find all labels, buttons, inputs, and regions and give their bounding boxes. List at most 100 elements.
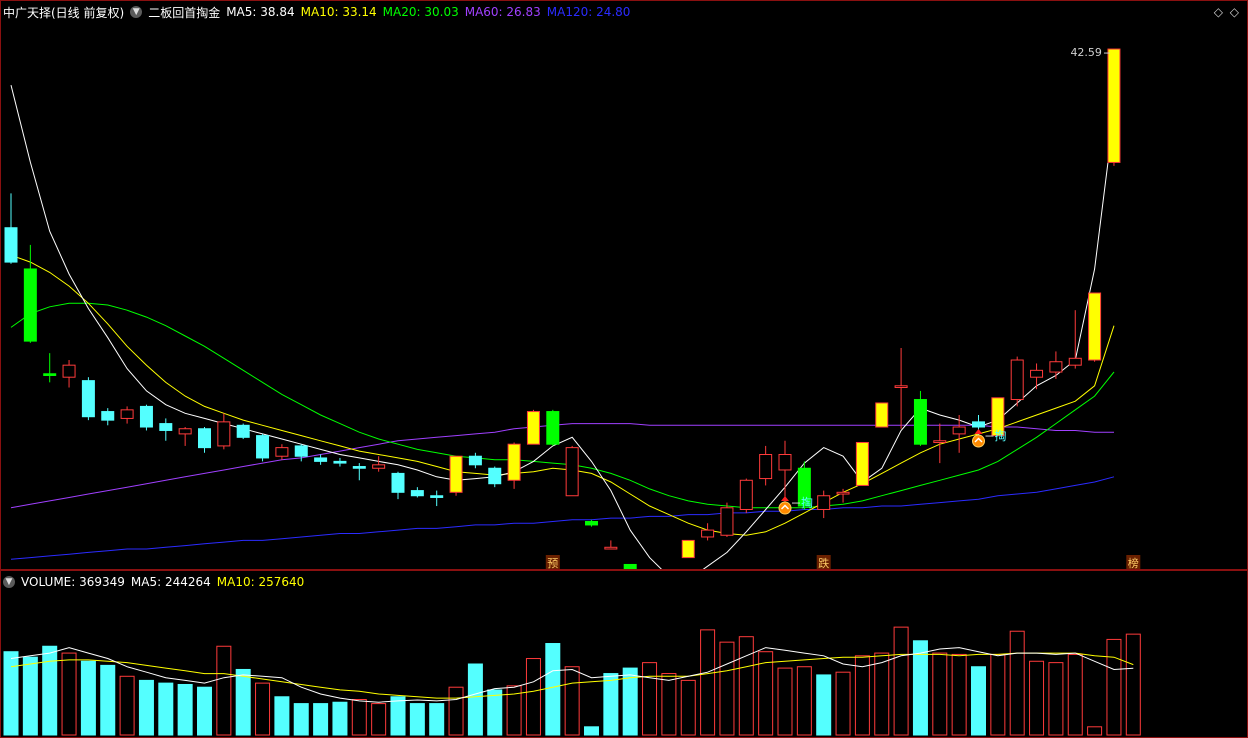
ma5-line [10, 84, 1115, 569]
volume-bar [448, 686, 464, 736]
candle-body [894, 385, 908, 389]
price-chart-pane[interactable]: 中广天择(日线 前复权) ▼ 二板回首掏金 MA5: 38.84 MA10: 3… [0, 0, 1248, 570]
volume-bar [951, 653, 967, 736]
candle-body [720, 507, 734, 536]
volume-bar [1009, 630, 1025, 736]
candle-body [198, 428, 211, 449]
volume-bar [313, 703, 329, 736]
volume-bar [700, 629, 716, 736]
candle-body [546, 411, 560, 445]
volume-bar [854, 655, 870, 736]
candle-body [623, 563, 637, 569]
candle-body [739, 479, 753, 510]
candle-body [352, 466, 366, 469]
candle-body [507, 443, 521, 481]
volume-bar [1067, 653, 1083, 736]
volume-bar [680, 679, 696, 736]
volume-bar [293, 703, 309, 736]
volume-bar [42, 645, 58, 736]
volume-bar [603, 673, 619, 736]
max-price-label: 42.59 [1070, 46, 1102, 59]
volume-bar [22, 656, 38, 736]
ma20-line [10, 302, 1115, 509]
volume-bar [1106, 638, 1122, 736]
signal-badge-icon [778, 501, 792, 515]
candle-body [1107, 48, 1121, 163]
volume-bar [796, 666, 812, 736]
ma120-line [10, 476, 1115, 560]
volume-bar [119, 675, 135, 736]
candle-body [159, 423, 173, 431]
volume-bar [390, 696, 406, 736]
candle-body [468, 455, 482, 466]
volume-bar [661, 673, 677, 736]
volume-bar [197, 686, 212, 736]
signal-badge-icon [972, 434, 985, 448]
candle-body [565, 447, 579, 497]
signal-label: 掏 [801, 495, 813, 510]
candle-body [488, 467, 502, 485]
candle-body [855, 441, 869, 486]
bottom-marker-label: 榜 [1128, 556, 1139, 569]
candle-body [333, 460, 347, 464]
volume-bar [332, 701, 348, 736]
volume-bar [80, 660, 96, 736]
volume-bar [912, 640, 928, 736]
volume-bar [467, 663, 483, 736]
volume-bar [777, 667, 793, 736]
candle-body [314, 457, 328, 462]
candle-body [294, 445, 308, 457]
volume-bar [932, 652, 948, 736]
candle-body [1088, 292, 1102, 361]
candle-body [913, 399, 927, 445]
volume-bar [545, 643, 561, 736]
volume-bar [351, 699, 367, 736]
volume-bar [371, 703, 387, 736]
volume-bar [893, 626, 909, 736]
candle-body [817, 495, 831, 510]
volume-bar [642, 662, 658, 736]
candle-body [604, 546, 618, 550]
volume-bar [1087, 726, 1103, 736]
candle-body [101, 411, 115, 421]
volume-bar [584, 726, 599, 736]
candle-body [1010, 359, 1024, 401]
volume-bar [874, 652, 890, 736]
candle-body [449, 455, 463, 493]
volume-bar [1125, 633, 1141, 736]
candlestick-plot[interactable]: 42.59←15.52掏掏预跌榜 [1, 1, 1247, 569]
candle-body [952, 426, 966, 435]
volume-bar [1048, 662, 1064, 736]
signal-triangle-icon [974, 429, 983, 435]
candle-body [81, 380, 95, 418]
volume-bar [138, 679, 154, 736]
candle-body [139, 405, 153, 428]
candle-body [256, 435, 270, 459]
ma60-line [10, 423, 1114, 509]
candle-body [4, 227, 18, 263]
volume-bar-plot[interactable] [1, 571, 1247, 737]
volume-bar [216, 645, 232, 736]
volume-bar [816, 674, 832, 736]
volume-bar [255, 682, 271, 736]
candle-body [526, 411, 540, 445]
candle-body [410, 490, 424, 497]
candle-body [933, 440, 947, 443]
volume-bar [235, 668, 251, 736]
candle-body [217, 421, 231, 447]
candle-body [1030, 369, 1044, 378]
volume-bar [3, 651, 19, 736]
candle-body [836, 491, 850, 495]
candle-body [43, 373, 57, 376]
volume-bar [61, 652, 77, 736]
volume-bar [1029, 660, 1045, 736]
volume-bar [758, 651, 774, 736]
candle-body [972, 421, 985, 428]
candle-body [178, 428, 192, 435]
candle-body [391, 472, 405, 493]
candle-body [701, 529, 715, 538]
volume-bar [274, 696, 290, 736]
volume-chart-pane[interactable]: ▼ VOLUME: 369349 MA5: 244264 MA10: 25764… [0, 570, 1248, 738]
volume-bar [487, 689, 503, 736]
candle-body [23, 268, 37, 342]
